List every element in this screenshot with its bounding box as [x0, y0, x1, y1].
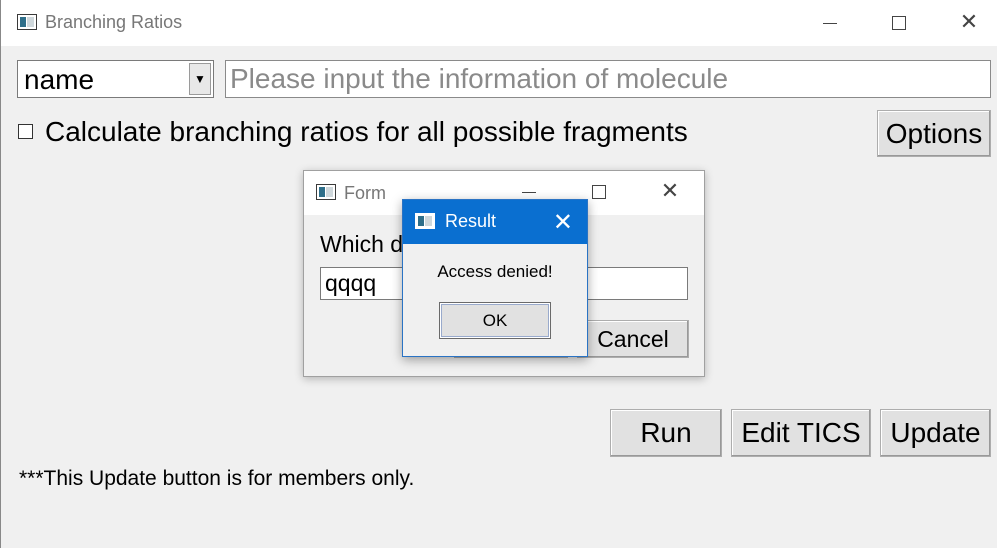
result-window-icon	[415, 213, 435, 229]
update-button[interactable]: Update	[880, 409, 991, 457]
close-icon: ✕	[959, 10, 979, 35]
title-bar[interactable]: Branching Ratios ✕	[1, 0, 997, 46]
minimize-button[interactable]	[810, 8, 850, 38]
dropdown-arrow-icon[interactable]: ▼	[189, 63, 211, 95]
result-close-icon[interactable]: ✕	[553, 208, 573, 236]
result-ok-button[interactable]: OK	[439, 302, 551, 339]
maximize-icon	[592, 185, 606, 199]
form-title: Form	[344, 183, 386, 203]
search-type-value: name	[24, 64, 95, 95]
search-type-select[interactable]: name ▼	[17, 60, 214, 98]
molecule-input[interactable]	[225, 60, 991, 98]
all-fragments-checkbox[interactable]	[18, 124, 33, 139]
window-title: Branching Ratios	[45, 12, 183, 32]
result-dialog: Result ✕ Access denied! OK	[402, 199, 588, 357]
result-message: Access denied!	[437, 262, 553, 281]
app-window-icon	[17, 14, 37, 30]
options-button[interactable]: Options	[877, 110, 991, 157]
run-button[interactable]: Run	[610, 409, 722, 457]
all-fragments-label: Calculate branching ratios for all possi…	[45, 116, 688, 147]
members-only-note: ***This Update button is for members onl…	[19, 467, 415, 490]
close-button[interactable]: ✕	[949, 8, 989, 38]
form-close-button[interactable]: ✕	[650, 177, 690, 207]
edit-tics-button[interactable]: Edit TICS	[731, 409, 871, 457]
result-title: Result	[445, 211, 497, 231]
form-cancel-button[interactable]: Cancel	[577, 320, 689, 358]
maximize-button[interactable]	[879, 8, 919, 38]
close-icon: ✕	[660, 179, 680, 204]
form-window-icon	[316, 184, 336, 200]
minimize-icon	[823, 22, 837, 24]
maximize-icon	[892, 16, 906, 30]
minimize-icon	[522, 191, 536, 193]
result-title-bar[interactable]: Result ✕	[403, 200, 587, 244]
